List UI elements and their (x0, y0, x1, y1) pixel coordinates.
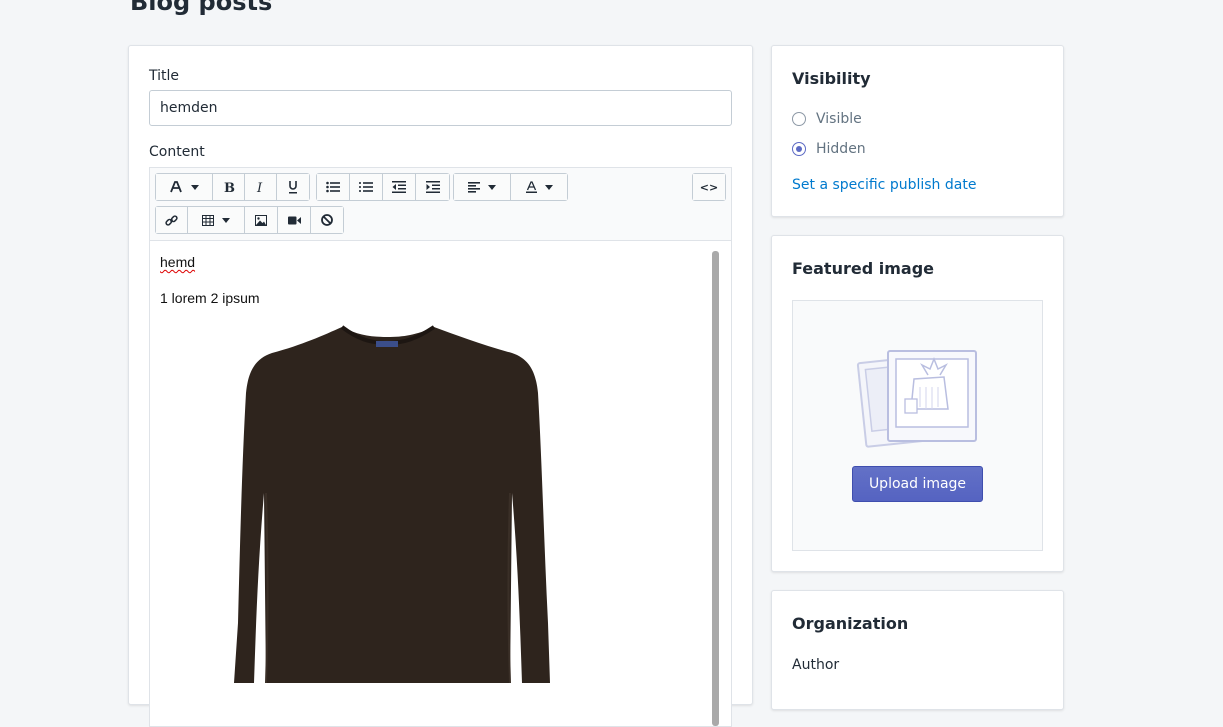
page-title: Blog posts (130, 0, 273, 16)
title-label: Title (149, 68, 180, 84)
video-icon (287, 216, 301, 224)
sweater-image[interactable] (230, 323, 560, 683)
paragraph-group (453, 173, 568, 201)
publish-date-link[interactable]: Set a specific publish date (792, 177, 976, 193)
upload-image-button[interactable]: Upload image (852, 466, 983, 502)
underline-icon (289, 181, 297, 194)
outdent-icon (392, 181, 406, 193)
image-dropzone[interactable]: Upload image (792, 300, 1043, 551)
title-input[interactable] (149, 90, 732, 126)
hidden-label: Hidden (816, 141, 866, 157)
editor-paragraph: hemd (160, 254, 196, 270)
link-button[interactable] (156, 207, 188, 233)
link-icon (165, 214, 178, 226)
video-button[interactable] (278, 207, 311, 233)
bullet-list-button[interactable] (317, 174, 350, 200)
svg-text:B: B (224, 181, 235, 193)
indent-button[interactable] (416, 174, 449, 200)
numbered-list-icon (359, 182, 373, 192)
editor-toolbar: B I <> (150, 168, 731, 241)
image-button[interactable] (245, 207, 278, 233)
italic-button[interactable]: I (245, 174, 277, 200)
list-group (316, 173, 450, 201)
align-dropdown[interactable] (454, 174, 511, 200)
bullet-list-icon (326, 181, 340, 193)
table-icon (202, 214, 214, 226)
font-icon (170, 181, 182, 193)
post-editor-card: Title Content B I (128, 45, 753, 727)
clear-format-button[interactable] (311, 207, 343, 233)
editor-scrollbar[interactable] (712, 251, 719, 726)
organization-card: Organization Author (771, 590, 1064, 710)
code-view-button[interactable]: <> (693, 174, 725, 200)
font-dropdown[interactable] (156, 174, 213, 200)
featured-image-card: Featured image Upload image (771, 235, 1064, 572)
outdent-button[interactable] (383, 174, 416, 200)
text-color-icon (525, 181, 537, 193)
featured-image-title: Featured image (792, 259, 934, 278)
clear-format-icon (321, 214, 333, 226)
author-label: Author (792, 657, 840, 673)
hidden-radio[interactable] (792, 142, 806, 156)
content-label: Content (149, 144, 205, 160)
font-group: B I (155, 173, 310, 201)
rich-text-editor[interactable]: B I <> hemd 1 lorem 2 ipsum (149, 167, 732, 727)
align-icon (468, 181, 480, 193)
svg-text:I: I (256, 181, 263, 193)
bold-button[interactable]: B (213, 174, 245, 200)
organization-title: Organization (792, 614, 909, 633)
bold-icon: B (224, 181, 235, 193)
insert-group (155, 206, 344, 234)
numbered-list-button[interactable] (350, 174, 383, 200)
text-color-dropdown[interactable] (511, 174, 567, 200)
editor-content[interactable]: hemd 1 lorem 2 ipsum (150, 241, 731, 726)
indent-icon (425, 181, 440, 193)
visibility-card: Visibility Visible Hidden Set a specific… (771, 45, 1064, 217)
underline-button[interactable] (277, 174, 309, 200)
visibility-hidden-option[interactable]: Hidden (792, 141, 866, 157)
table-dropdown[interactable] (188, 207, 245, 233)
image-icon (255, 214, 267, 226)
code-view-group: <> (692, 173, 726, 201)
visible-label: Visible (816, 111, 862, 127)
editor-paragraph: 1 lorem 2 ipsum (160, 290, 260, 306)
visibility-title: Visibility (792, 69, 871, 88)
visibility-visible-option[interactable]: Visible (792, 111, 862, 127)
italic-icon: I (256, 181, 263, 193)
image-placeholder-icon (856, 350, 977, 448)
visible-radio[interactable] (792, 112, 806, 126)
